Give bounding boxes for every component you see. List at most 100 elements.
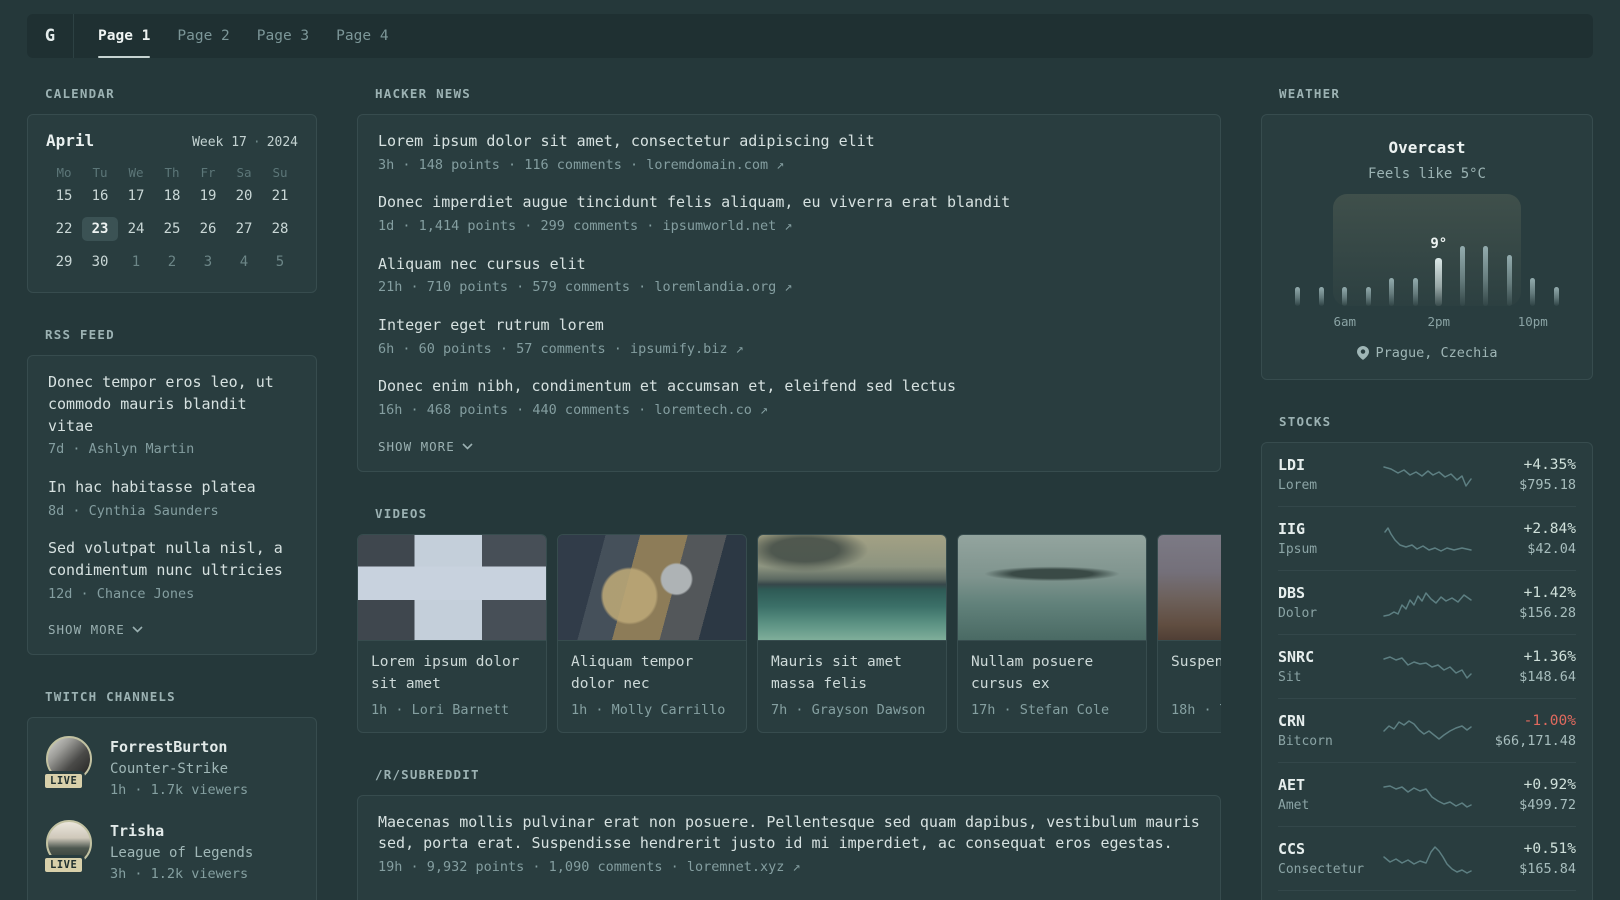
stock-change: +1.42%: [1523, 584, 1576, 601]
rss-widget-title: RSS FEED: [45, 327, 115, 342]
stock-symbol: CCS: [1278, 840, 1306, 858]
video-title: Suspendisse diam: [1171, 653, 1221, 670]
external-link-icon: [784, 859, 800, 875]
external-link-icon: [776, 279, 792, 295]
video-title: Mauris sit amet massa felis: [771, 653, 902, 692]
show-more-label: SHOW MORE: [48, 622, 125, 638]
twitch-widget: TWITCH CHANNELS LIVE ForrestBurton Count…: [27, 689, 317, 900]
video-title: Aliquam tempor dolor nec pharetra…: [571, 653, 694, 692]
channel-game: Counter-Strike: [110, 761, 229, 778]
calendar-day: 25: [163, 221, 181, 237]
weekday-label: We: [128, 165, 144, 180]
rss-item-meta: 12d · Chance Jones: [48, 585, 195, 602]
subreddit-widget: /R/SUBREDDIT Maecenas mollis pulvinar er…: [357, 767, 1221, 900]
calendar-week-year: Week 17 2024: [192, 135, 298, 150]
video-card[interactable]: Mauris sit amet massa felis 7h · Grayson…: [757, 533, 947, 733]
stock-name: Bitcorn: [1278, 734, 1333, 749]
video-card[interactable]: Aliquam tempor dolor nec pharetra… 1h · …: [557, 533, 747, 733]
stock-sparkline: [1382, 844, 1472, 874]
calendar-week-label: Week 17: [192, 135, 247, 150]
video-meta: 1h · Lori Barnett: [371, 701, 510, 718]
stock-change: -1.00%: [1523, 712, 1576, 729]
rss-item-title-link[interactable]: Donec tempor eros leo, ut commodo mauris…: [48, 372, 296, 437]
calendar-day: 23: [82, 217, 118, 241]
twitch-channel-list: LIVE ForrestBurton Counter-Strike 1h · 1…: [42, 736, 298, 900]
video-thumbnail: [1158, 534, 1221, 641]
page-tabs: Page 1 Page 2 Page 3 Page 4: [98, 14, 389, 58]
weather-bar: [1412, 278, 1418, 306]
video-meta: 7h · Grayson Dawson: [771, 701, 926, 718]
stock-id: DBS Dolor: [1278, 584, 1382, 621]
stock-values: +4.35% $795.18: [1472, 457, 1576, 493]
weather-bar-slot: [1451, 246, 1475, 306]
story-title-link[interactable]: Donec enim nibh, condimentum et accumsan…: [378, 376, 1200, 398]
calendar-day: 29: [55, 254, 73, 270]
right-column: WEATHER Overcast Feels like 5°C 9° 6am 2p…: [1261, 86, 1593, 900]
rss-list: Donec tempor eros leo, ut commodo mauris…: [48, 372, 296, 604]
subreddit-post: Maecenas mollis pulvinar erat non posuer…: [378, 812, 1200, 878]
stock-row: AHS +0.46%: [1278, 890, 1576, 900]
hackernews-show-more-button[interactable]: SHOW MORE: [378, 439, 473, 454]
stock-price: $165.84: [1519, 860, 1576, 877]
page-tab[interactable]: Page 2: [177, 14, 229, 58]
stock-values: -1.00% $66,171.48: [1472, 713, 1576, 749]
story-meta: 6h · 60 points · 57 comments · ipsumify.…: [378, 340, 1200, 360]
rss-item-meta: 7d · Ashlyn Martin: [48, 441, 195, 458]
stock-sparkline: [1382, 460, 1472, 490]
video-card[interactable]: Suspendisse diam 18h · Tara: [1157, 533, 1221, 733]
page-tab[interactable]: Page 1: [98, 14, 151, 58]
weather-bar: [1530, 278, 1536, 306]
page-tab[interactable]: Page 3: [257, 14, 309, 58]
stock-price: $499.72: [1519, 796, 1576, 813]
stock-id: CCS Consectetur: [1278, 840, 1382, 877]
channel-info: ForrestBurton Counter-Strike 1h · 1.7k v…: [110, 736, 248, 798]
weather-bar-slot: [1545, 287, 1569, 306]
weather-bar: [1389, 278, 1395, 306]
weather-bar: [1435, 258, 1443, 306]
story-title-link[interactable]: Donec imperdiet augue tincidunt felis al…: [378, 192, 1200, 214]
video-card[interactable]: Nullam posuere cursus ex 17h · Stefan Co…: [957, 533, 1147, 733]
video-thumbnail: [958, 534, 1146, 641]
rss-item-title-link[interactable]: Sed volutpat nulla nisl, a condimentum n…: [48, 538, 296, 582]
weather-bar-slot: [1474, 246, 1498, 306]
twitch-channel-row[interactable]: LIVE ForrestBurton Counter-Strike 1h · 1…: [42, 736, 298, 798]
weather-bar-slot: [1286, 287, 1310, 306]
rss-show-more-button[interactable]: SHOW MORE: [48, 622, 143, 637]
weather-bar: [1459, 246, 1465, 306]
calendar-day: 17: [127, 188, 145, 204]
live-badge: LIVE: [42, 855, 86, 876]
stock-name: Dolor: [1278, 606, 1318, 621]
rss-card: Donec tempor eros leo, ut commodo mauris…: [27, 355, 317, 656]
video-title: Lorem ipsum dolor sit amet consectetu…: [371, 653, 520, 692]
story-title-link[interactable]: Aliquam nec cursus elit: [378, 254, 1200, 276]
calendar-day: 26: [199, 221, 217, 237]
rss-item-title-link[interactable]: In hac habitasse platea: [48, 477, 296, 499]
app-logo[interactable]: G: [27, 14, 73, 58]
post-title-link[interactable]: Maecenas mollis pulvinar erat non posuer…: [378, 812, 1200, 856]
stock-symbol: DBS: [1278, 584, 1306, 602]
weather-bar-slot: [1521, 278, 1545, 306]
calendar-day: 15: [55, 188, 73, 204]
stock-sparkline: [1382, 652, 1472, 682]
stock-price: $156.28: [1519, 604, 1576, 621]
video-card[interactable]: Lorem ipsum dolor sit amet consectetu… 1…: [357, 533, 547, 733]
weather-chart: 9°: [1286, 194, 1569, 306]
stock-sparkline: [1382, 780, 1472, 810]
stock-row: CRN Bitcorn -1.00% $66,171.48: [1278, 698, 1576, 762]
stock-id: SNRC Sit: [1278, 648, 1382, 685]
stock-row: IIG Ipsum +2.84% $42.04: [1278, 506, 1576, 570]
calendar-day: 24: [127, 221, 145, 237]
calendar-day: 30: [91, 254, 109, 270]
stock-row: AET Amet +0.92% $499.72: [1278, 762, 1576, 826]
hackernews-widget-title: HACKER NEWS: [375, 86, 471, 101]
channel-info: Trisha League of Legends 3h · 1.2k viewe…: [110, 820, 253, 882]
story-meta: 3h · 148 points · 116 comments · loremdo…: [378, 156, 1200, 176]
calendar-day: 18: [163, 188, 181, 204]
twitch-channel-row[interactable]: LIVE Trisha League of Legends 3h · 1.2k …: [42, 820, 298, 882]
page-tab[interactable]: Page 4: [336, 14, 388, 58]
story-meta-text: 6h · 60 points · 57 comments · ipsumify.…: [378, 340, 728, 357]
stock-name: Sit: [1278, 670, 1302, 685]
story-title-link[interactable]: Integer eget rutrum lorem: [378, 315, 1200, 337]
story-title-link[interactable]: Lorem ipsum dolor sit amet, consectetur …: [378, 131, 1200, 153]
stock-name: Ipsum: [1278, 542, 1318, 557]
